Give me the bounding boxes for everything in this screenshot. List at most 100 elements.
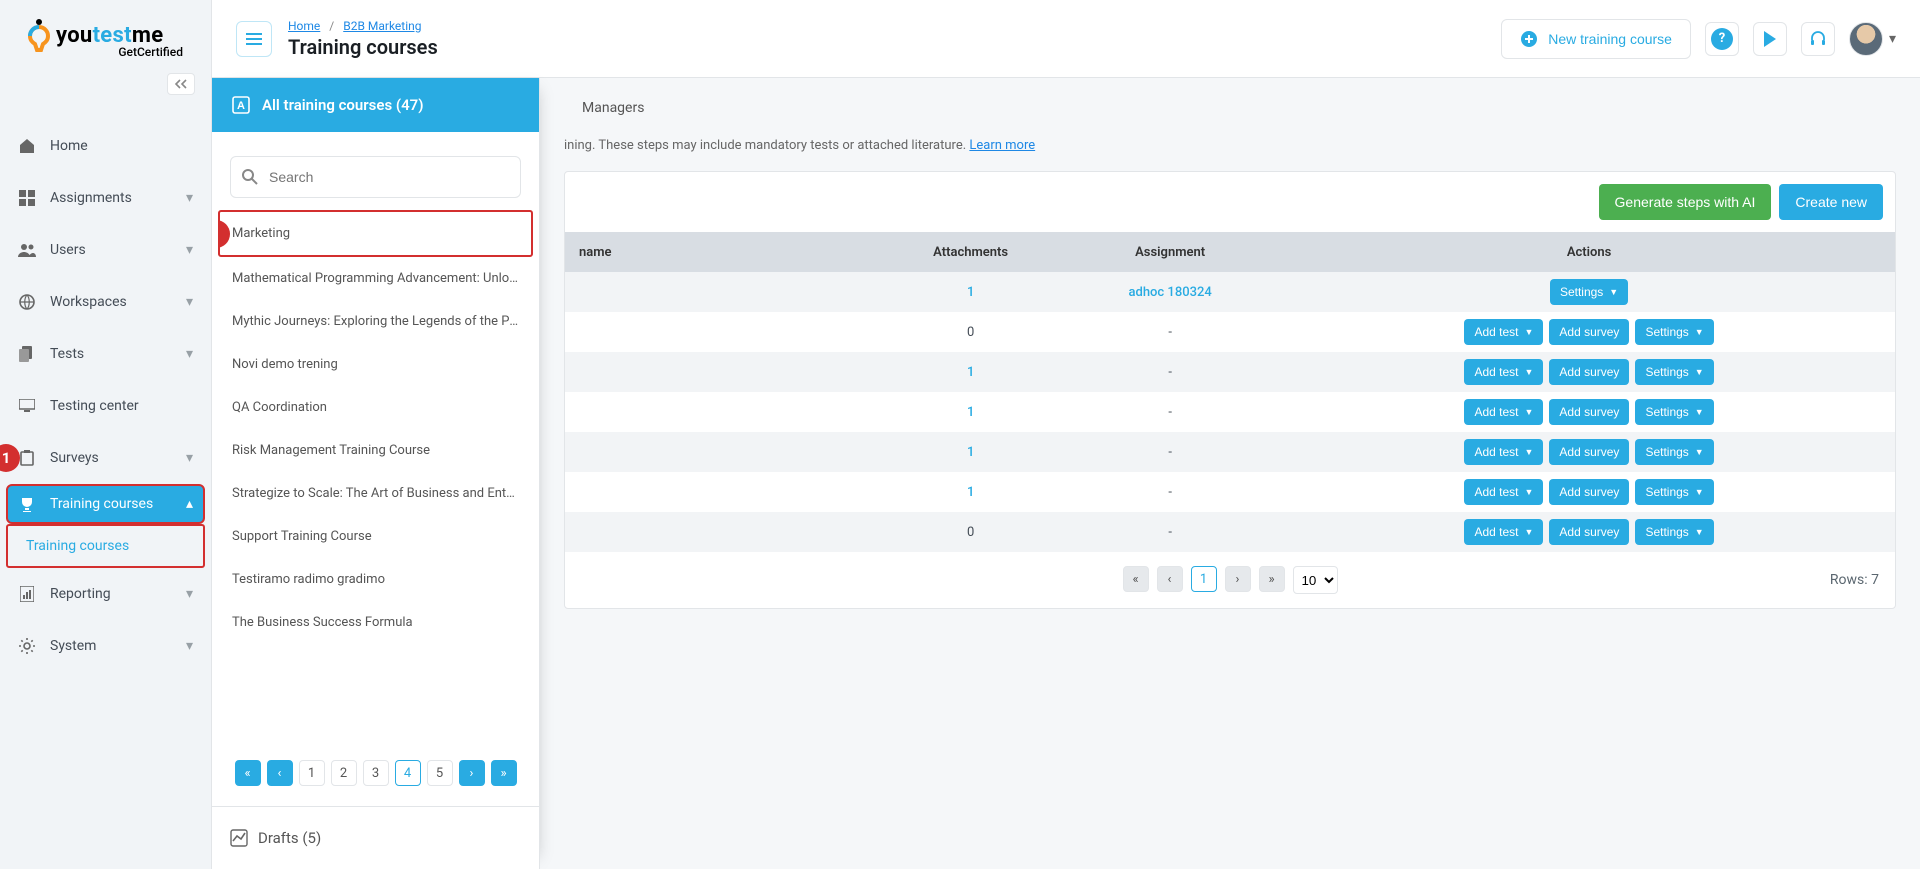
help-button[interactable]: ? <box>1705 22 1739 56</box>
cell-assignment: - <box>1057 472 1283 512</box>
settings-button[interactable]: Settings▼ <box>1635 479 1713 505</box>
add-test-button[interactable]: Add test▼ <box>1464 519 1543 545</box>
cell-attachments[interactable]: 1 <box>884 432 1057 472</box>
sidebar-item-reporting[interactable]: Reporting ▾ <box>0 568 211 620</box>
settings-button[interactable]: Settings▼ <box>1635 359 1713 385</box>
page-number-button[interactable]: 1 <box>1191 566 1217 592</box>
search-box[interactable] <box>230 156 521 198</box>
cell-assignment: - <box>1057 432 1283 472</box>
page-number-button[interactable]: 4 <box>395 760 421 786</box>
page-last-button[interactable]: » <box>1259 566 1285 592</box>
add-survey-button[interactable]: Add survey <box>1549 399 1629 425</box>
cell-attachments: 0 <box>884 512 1057 552</box>
page-prev-button[interactable]: ‹ <box>267 760 293 786</box>
cell-assignment[interactable]: adhoc 180324 <box>1057 272 1283 312</box>
course-item[interactable]: Risk Management Training Course <box>212 429 539 472</box>
sidebar-item-users[interactable]: Users ▾ <box>0 224 211 276</box>
rows-per-page-select[interactable]: 10 <box>1293 566 1338 594</box>
cell-attachments[interactable]: 1 <box>884 272 1057 312</box>
sidebar-collapse-button[interactable] <box>167 73 195 95</box>
table-header-row: name Attachments Assignment Actions <box>565 232 1895 272</box>
course-item[interactable]: Mythic Journeys: Exploring the Legends o… <box>212 300 539 343</box>
drafts-section[interactable]: Drafts (5) <box>212 806 539 869</box>
create-new-button[interactable]: Create new <box>1779 184 1883 220</box>
sidebar-item-system[interactable]: System ▾ <box>0 620 211 672</box>
course-label: Marketing <box>232 226 290 241</box>
add-survey-button[interactable]: Add survey <box>1549 359 1629 385</box>
course-item[interactable]: The Business Success Formula <box>212 601 539 644</box>
chevron-down-icon: ▼ <box>1695 447 1704 457</box>
new-training-course-button[interactable]: New training course <box>1501 19 1691 59</box>
course-item[interactable]: QA Coordination <box>212 386 539 429</box>
page-prev-button[interactable]: ‹ <box>1157 566 1183 592</box>
sidebar-item-workspaces[interactable]: Workspaces ▾ <box>0 276 211 328</box>
add-test-button[interactable]: Add test▼ <box>1464 319 1543 345</box>
add-survey-button[interactable]: Add survey <box>1549 319 1629 345</box>
user-menu[interactable]: ▾ <box>1849 22 1896 56</box>
clipboard-icon <box>18 449 36 467</box>
cell-assignment: - <box>1057 512 1283 552</box>
sidebar-item-tests[interactable]: Tests ▾ <box>0 328 211 380</box>
settings-button[interactable]: Settings▼ <box>1635 399 1713 425</box>
cell-assignment: - <box>1057 392 1283 432</box>
add-survey-button[interactable]: Add survey <box>1549 439 1629 465</box>
settings-button[interactable]: Settings▼ <box>1635 319 1713 345</box>
plus-circle-icon <box>1520 30 1538 48</box>
add-survey-button[interactable]: Add survey <box>1549 479 1629 505</box>
add-test-button[interactable]: Add test▼ <box>1464 439 1543 465</box>
breadcrumb-sep: / <box>329 19 334 33</box>
page-first-button[interactable]: « <box>235 760 261 786</box>
sidebar-item-testing-center[interactable]: Testing center <box>0 380 211 432</box>
course-item[interactable]: Novi demo trening <box>212 343 539 386</box>
page-number-button[interactable]: 5 <box>427 760 453 786</box>
breadcrumb-section[interactable]: B2B Marketing <box>343 19 421 33</box>
page-next-button[interactable]: › <box>1225 566 1251 592</box>
learn-more-link[interactable]: Learn more <box>969 138 1035 153</box>
add-test-button[interactable]: Add test▼ <box>1464 359 1543 385</box>
sidebar-item-training-courses[interactable]: Training courses ▴ <box>6 484 205 524</box>
sidebar-item-label: Reporting <box>50 586 111 602</box>
search-input[interactable] <box>267 168 510 186</box>
cell-attachments[interactable]: 1 <box>884 472 1057 512</box>
cell-attachments[interactable]: 1 <box>884 392 1057 432</box>
sidebar-item-home[interactable]: Home <box>0 120 211 172</box>
table-row: 1- Add test▼Add surveySettings▼ <box>565 432 1895 472</box>
chevron-down-icon: ▾ <box>1889 31 1896 47</box>
breadcrumb-home[interactable]: Home <box>288 19 320 33</box>
chevron-down-icon: ▼ <box>1524 327 1533 337</box>
page-number-button[interactable]: 3 <box>363 760 389 786</box>
add-survey-button[interactable]: Add survey <box>1549 519 1629 545</box>
menu-toggle-button[interactable] <box>236 21 272 57</box>
settings-button[interactable]: Settings▼ <box>1635 519 1713 545</box>
add-test-button[interactable]: Add test▼ <box>1464 399 1543 425</box>
page-number-button[interactable]: 2 <box>331 760 357 786</box>
settings-button[interactable]: Settings▼ <box>1635 439 1713 465</box>
support-button[interactable] <box>1801 22 1835 56</box>
course-item[interactable]: Support Training Course <box>212 515 539 558</box>
sidebar-item-surveys[interactable]: 1 Surveys ▾ <box>0 432 211 484</box>
add-test-button[interactable]: Add test▼ <box>1464 479 1543 505</box>
settings-button[interactable]: Settings▼ <box>1550 279 1628 305</box>
page-last-button[interactable]: » <box>491 760 517 786</box>
page-first-button[interactable]: « <box>1123 566 1149 592</box>
generate-ai-button[interactable]: Generate steps with AI <box>1599 184 1772 220</box>
course-item[interactable]: Testiramo radimo gradimo <box>212 558 539 601</box>
breadcrumb: Home / B2B Marketing <box>288 19 438 33</box>
course-item[interactable]: Strategize to Scale: The Art of Business… <box>212 472 539 515</box>
page-next-button[interactable]: › <box>459 760 485 786</box>
page-number-button[interactable]: 1 <box>299 760 325 786</box>
topbar: Home / B2B Marketing Training courses Ne… <box>212 0 1920 78</box>
course-item[interactable]: 2 Marketing <box>218 210 533 257</box>
tab-managers[interactable]: Managers <box>564 86 662 132</box>
play-button[interactable] <box>1753 22 1787 56</box>
col-attachments: Attachments <box>884 232 1057 272</box>
cell-attachments[interactable]: 1 <box>884 352 1057 392</box>
course-item[interactable]: Mathematical Programming Advancement: Un… <box>212 257 539 300</box>
sidebar-sublink-training-courses[interactable]: Training courses <box>6 524 205 568</box>
cell-name <box>565 512 884 552</box>
sidebar-item-label: System <box>50 638 96 654</box>
table-pagination: « ‹ 1 › » 10 <box>1123 566 1338 594</box>
sidebar-item-assignments[interactable]: Assignments ▾ <box>0 172 211 224</box>
col-name: name <box>565 232 884 272</box>
new-button-label: New training course <box>1548 31 1672 47</box>
